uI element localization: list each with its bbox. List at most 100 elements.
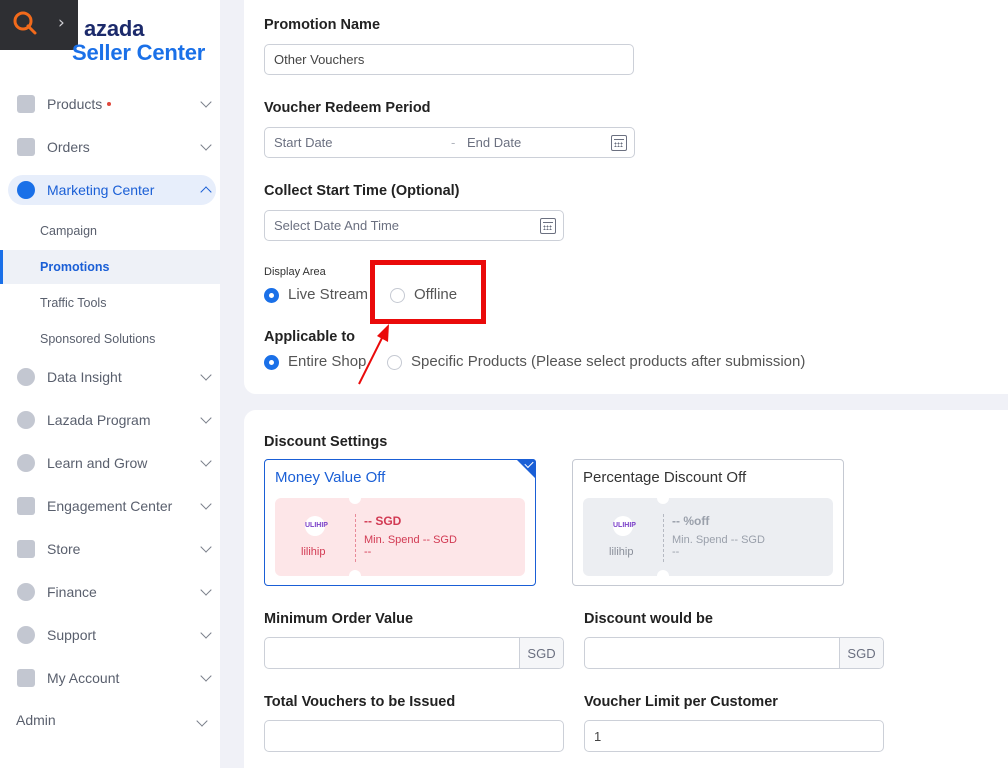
app-switcher-badge[interactable]: ›	[0, 0, 78, 50]
sidebar-item-data-insight[interactable]: Data Insight	[8, 362, 216, 392]
sidebar-item-learn-and-grow[interactable]: Learn and Grow	[8, 448, 216, 478]
applicable-to-label: Applicable to	[264, 329, 356, 345]
display-area-label: Display Area	[264, 266, 326, 278]
sidebar-item-label: Learn and Grow	[47, 455, 148, 471]
voucher-extra: --	[672, 546, 680, 558]
redeem-period-range-picker[interactable]: Start Date - End Date	[264, 127, 635, 158]
collect-start-picker[interactable]: Select Date And Time	[264, 210, 564, 241]
chevron-down-icon	[200, 584, 212, 596]
sidebar-item-label: Lazada Program	[47, 412, 151, 428]
sidebar-subitem-traffic-tools[interactable]: Traffic Tools	[0, 286, 220, 320]
calendar-icon[interactable]	[611, 135, 627, 151]
voucher-value: -- %off	[672, 514, 710, 528]
chevron-down-icon	[200, 541, 212, 553]
currency-suffix: SGD	[519, 638, 563, 668]
promotion-name-value: Other Vouchers	[274, 52, 365, 67]
sidebar-item-finance[interactable]: Finance	[8, 577, 216, 607]
voucher-preview: ULIHIP lilihip -- SGD Min. Spend -- SGD …	[275, 492, 525, 582]
annotation-arrow-icon	[358, 324, 389, 385]
chevron-down-icon	[200, 139, 212, 151]
annotation-highlight-box	[370, 260, 486, 324]
sidebar-item-label: Finance	[47, 584, 97, 600]
voucher-min-spend: Min. Spend -- SGD	[672, 534, 765, 546]
shop-logo: ULIHIP	[305, 516, 328, 536]
discount-settings-label: Discount Settings	[264, 434, 388, 450]
engagement-icon	[17, 497, 35, 515]
voucher-min-spend: Min. Spend -- SGD	[364, 534, 457, 546]
voucher-preview: ULIHIP lilihip -- %off Min. Spend -- SGD…	[583, 492, 833, 582]
voucher-extra: --	[364, 546, 372, 558]
sidebar-subitem-promotions[interactable]: Promotions	[0, 250, 220, 284]
sidebar: › azada Seller Center Products Orders Ma…	[0, 0, 220, 768]
promotion-name-label: Promotion Name	[264, 17, 381, 33]
sidebar-subitem-campaign[interactable]: Campaign	[0, 214, 220, 248]
sidebar-item-label: Data Insight	[47, 369, 122, 385]
sidebar-item-admin[interactable]: Admin	[16, 712, 56, 728]
chevron-up-icon	[200, 186, 212, 198]
end-date-placeholder[interactable]: End Date	[467, 135, 521, 150]
marketing-icon	[17, 181, 35, 199]
support-icon	[17, 626, 35, 644]
sidebar-item-label: Products	[47, 96, 103, 112]
min-order-value-label: Minimum Order Value	[264, 611, 414, 627]
sidebar-item-label: My Account	[47, 670, 120, 686]
learn-icon	[17, 454, 35, 472]
ticket-notch	[349, 570, 361, 582]
brand-name: azada	[84, 16, 145, 41]
entire-shop-radio[interactable]	[264, 355, 279, 370]
voucher-value: -- SGD	[364, 514, 402, 528]
min-order-value-input[interactable]: SGD	[264, 637, 564, 669]
sidebar-item-orders[interactable]: Orders	[8, 132, 216, 162]
chevron-down-icon	[196, 715, 208, 727]
sidebar-item-label: Orders	[47, 139, 90, 155]
sidebar-subitem-sponsored-solutions[interactable]: Sponsored Solutions	[0, 322, 220, 356]
start-date-placeholder[interactable]: Start Date	[274, 135, 333, 150]
total-vouchers-input[interactable]	[264, 720, 564, 752]
specific-products-label[interactable]: Specific Products (Please select product…	[411, 353, 805, 370]
ticket-notch	[657, 492, 669, 504]
shop-logo: ULIHIP	[613, 516, 636, 536]
sidebar-item-label: Engagement Center	[47, 498, 173, 514]
collect-start-placeholder: Select Date And Time	[274, 218, 400, 233]
notification-dot	[107, 102, 112, 106]
percentage-discount-off-option[interactable]: Percentage Discount Off ULIHIP lilihip -…	[572, 459, 844, 586]
sidebar-item-lazada-program[interactable]: Lazada Program	[8, 405, 216, 435]
collect-start-label: Collect Start Time (Optional)	[264, 183, 460, 199]
account-icon	[17, 669, 35, 687]
ticket-notch	[657, 570, 669, 582]
sidebar-item-label: Store	[47, 541, 81, 557]
voucher-limit-value: 1	[594, 728, 602, 744]
redeem-period-label: Voucher Redeem Period	[264, 100, 431, 116]
sidebar-item-label: Support	[47, 627, 97, 643]
store-icon	[17, 540, 35, 558]
date-separator: -	[451, 135, 456, 150]
sidebar-item-products[interactable]: Products	[8, 89, 216, 119]
sidebar-item-store[interactable]: Store	[8, 534, 216, 564]
live-stream-label[interactable]: Live Stream	[288, 286, 368, 303]
chevron-down-icon	[200, 627, 212, 639]
option-title: Percentage Discount Off	[583, 469, 747, 486]
discount-would-be-label: Discount would be	[584, 611, 713, 627]
chevron-down-icon	[200, 670, 212, 682]
calendar-icon[interactable]	[540, 218, 556, 234]
search-logo-icon	[13, 11, 37, 35]
promotion-name-input[interactable]: Other Vouchers	[264, 44, 634, 75]
chevron-down-icon	[200, 96, 212, 108]
sidebar-item-engagement-center[interactable]: Engagement Center	[8, 491, 216, 521]
orders-icon	[17, 138, 35, 156]
total-vouchers-label: Total Vouchers to be Issued	[264, 694, 456, 710]
money-value-off-option[interactable]: Money Value Off ULIHIP lilihip -- SGD Mi…	[264, 458, 536, 586]
discount-would-be-input[interactable]: SGD	[584, 637, 884, 669]
lazada-program-icon	[17, 411, 35, 429]
live-stream-radio[interactable]	[264, 288, 279, 303]
sidebar-item-marketing-center[interactable]: Marketing Center	[8, 175, 216, 205]
sidebar-item-support[interactable]: Support	[8, 620, 216, 650]
chevron-down-icon	[200, 455, 212, 467]
chevron-right-icon[interactable]: ›	[58, 13, 65, 33]
ticket-divider	[663, 514, 664, 562]
ticket-notch	[349, 492, 361, 504]
voucher-limit-input[interactable]: 1	[584, 720, 884, 752]
option-title: Money Value Off	[275, 469, 386, 486]
ticket-divider	[355, 514, 356, 562]
sidebar-item-my-account[interactable]: My Account	[8, 663, 216, 693]
